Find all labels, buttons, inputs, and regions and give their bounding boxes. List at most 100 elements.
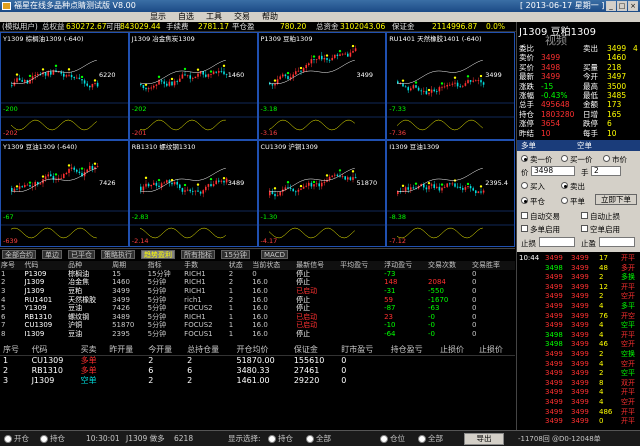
menu-trade[interactable]: 交易	[234, 12, 250, 22]
chart-cell[interactable]: CU1309 沪铜1309 51870 -1.30 -4.17	[257, 139, 387, 247]
table-row[interactable]: 8 I1309 豆油 2395 5分钟 FOCUS1 1 16.0 停止 -64 -0 0	[0, 330, 515, 339]
sell-radio[interactable]	[561, 182, 568, 189]
tick-cell: 3498	[545, 330, 563, 339]
table-row[interactable]: 1 CU1309 多单 2 2 51870.00 155610 0	[0, 356, 515, 367]
order-long-tab[interactable]: 多单	[521, 140, 536, 151]
position-col-header[interactable]: 买卖	[77, 345, 107, 356]
opt-pos-radio[interactable]	[380, 435, 388, 443]
opt-hold-radio[interactable]	[268, 435, 276, 443]
table-row[interactable]: 3 J1309 豆粕 3499 5分钟 RICH1 1 16.0 已启动 -31 -550 0	[0, 287, 515, 296]
candle-body	[163, 182, 165, 183]
order-short-tab[interactable]: 空单	[577, 140, 592, 151]
opt-all-radio[interactable]	[306, 435, 314, 443]
tab-7[interactable]: MACD	[261, 250, 288, 259]
strategy-col-header[interactable]: 指标	[146, 261, 184, 270]
position-col-header[interactable]: 盯市盈亏	[338, 345, 388, 356]
tab-4[interactable]: 趋势盈利	[141, 250, 175, 259]
auto-stop-checkbox[interactable]	[581, 212, 588, 219]
signal-marker	[351, 169, 354, 173]
tick-cell: 76	[599, 311, 608, 320]
minimize-button[interactable]: _	[606, 1, 616, 11]
menu-tools[interactable]: 工具	[206, 12, 222, 22]
menu-watchlist[interactable]: 自选	[178, 12, 194, 22]
maximize-button[interactable]: □	[617, 1, 627, 11]
position-col-header[interactable]: 止损价	[436, 345, 476, 356]
table-row[interactable]: 2 RB1310 多单 6 6 3480.33 27461 0	[0, 366, 515, 376]
strategy-col-header[interactable]: 平均盈亏	[339, 261, 384, 270]
strategy-col-header[interactable]: 交易次数	[427, 261, 471, 270]
menu-display[interactable]: 显示	[150, 12, 166, 22]
strategy-col-header[interactable]: 最新信号	[295, 261, 340, 270]
table-row[interactable]: 3 J1309 空单 2 2 1461.00 29220 0	[0, 376, 515, 386]
table-cell: 1	[3, 356, 9, 365]
candle-body	[150, 184, 152, 186]
strategy-col-header[interactable]: 状态	[227, 261, 252, 270]
market-radio[interactable]	[603, 155, 610, 162]
position-col-header[interactable]: 开仓均价	[233, 345, 291, 356]
auto-trade-checkbox[interactable]	[521, 212, 528, 219]
table-row[interactable]: 1 P1309 棕榈油 15 15分钟 RICH1 2 0 停止 -73 0	[0, 270, 515, 279]
close-button[interactable]: ×	[628, 1, 638, 11]
strategy-col-header[interactable]: 周期	[111, 261, 147, 270]
strategy-col-header[interactable]: 代码	[23, 261, 68, 270]
table-row[interactable]: 5 Y1309 豆油 7426 5分钟 FOCUS2 1 16.0 停止 -87 -63 0	[0, 304, 515, 313]
strategy-col-header[interactable]: 浮动盈亏	[383, 261, 428, 270]
submit-order-button[interactable]: 立即下单	[595, 194, 637, 205]
equity-label: 总权益	[42, 22, 65, 31]
export-button[interactable]: 导出	[464, 433, 504, 445]
chart-cell[interactable]: P1309 豆粕1309 3499 -3.18 -3.16	[257, 32, 387, 140]
indicator-line	[397, 227, 484, 238]
short-enable-checkbox[interactable]	[581, 225, 588, 232]
table-cell	[388, 376, 437, 386]
open-sell-label: 卖一价	[530, 155, 553, 164]
table-row[interactable]: 2 J1309 冶金焦 1460 5分钟 RICH1 2 16.0 停止 148 2084 0	[0, 278, 515, 287]
open-buy-radio[interactable]	[561, 155, 568, 162]
position-col-header[interactable]: 今开量	[145, 345, 185, 356]
stop-loss-input[interactable]	[539, 237, 575, 247]
price-input[interactable]: 3498	[531, 166, 575, 176]
chart-cell[interactable]: I1309 豆油1309 2395.4 -8.38 -7.12	[386, 139, 515, 247]
chart-cell[interactable]: Y1309 豆油1309 (-640) 7426 -67 -639	[0, 139, 129, 247]
hold-radio-bottom[interactable]	[40, 435, 48, 443]
strategy-col-header[interactable]: 品种	[67, 261, 112, 270]
strategy-col-header[interactable]: 序号	[0, 261, 24, 270]
tab-6[interactable]: 15分钟	[221, 250, 250, 259]
tab-0[interactable]: 全部合约	[2, 250, 36, 259]
tab-1[interactable]: 单边	[42, 250, 62, 259]
table-cell: 5分钟	[147, 330, 167, 339]
open-radio-bottom[interactable]	[4, 435, 12, 443]
chart-cell[interactable]: Y1309 棕榈油1309 (-640) 6220 -200 -202	[0, 32, 129, 140]
tab-5[interactable]: 所有指标	[181, 250, 215, 259]
candle-body	[354, 48, 356, 51]
strategy-col-header[interactable]: 手数	[183, 261, 228, 270]
tab-2[interactable]: 已平仓	[68, 250, 95, 259]
chart-cell[interactable]: RU1401 天然橡胶1401 (-640) 3499 -7.33 -7.36	[386, 32, 515, 140]
buy-radio[interactable]	[521, 182, 528, 189]
position-col-header[interactable]: 代码	[28, 345, 78, 356]
qty-input[interactable]: 2	[591, 166, 621, 176]
close-radio[interactable]	[561, 197, 568, 204]
position-col-header[interactable]: 止损价	[475, 345, 515, 356]
candle-body	[215, 180, 217, 184]
position-col-header[interactable]: 保证金	[290, 345, 339, 356]
long-enable-checkbox[interactable]	[521, 225, 528, 232]
position-col-header[interactable]: 序号	[0, 345, 29, 356]
tab-3[interactable]: 策略执行	[101, 250, 135, 259]
strategy-col-header[interactable]: 交易胜率	[470, 261, 515, 270]
position-col-header[interactable]: 昨开量	[106, 345, 146, 356]
open-radio[interactable]	[521, 197, 528, 204]
open-sell-radio[interactable]	[521, 155, 528, 162]
opt-all2-radio[interactable]	[418, 435, 426, 443]
table-row[interactable]: 6 RB1310 螺纹钢 3489 5分钟 RICH1 1 16.0 已启动 23 -0 0	[0, 313, 515, 322]
table-row[interactable]: 7 CU1309 沪铜 51870 5分钟 FOCUS2 1 16.0 已启动 -10 -0 0	[0, 321, 515, 330]
menu-help[interactable]: 帮助	[262, 12, 278, 22]
candle-body	[449, 182, 451, 184]
quote-cell: 日增	[583, 109, 598, 119]
position-col-header[interactable]: 持仓盈亏	[387, 345, 437, 356]
strategy-col-header[interactable]: 当前状态	[251, 261, 296, 270]
chart-cell[interactable]: RB1310 螺纹钢1310 3489 -2.83 -2.14	[128, 139, 258, 247]
chart-cell[interactable]: J1309 冶金焦炭1309 1460 -202 -201	[128, 32, 258, 140]
table-row[interactable]: 4 RU1401 天然橡胶 3499 5分钟 rich1 2 16.0 停止 59 -1670 0	[0, 295, 515, 304]
position-col-header[interactable]: 总持仓量	[184, 345, 234, 356]
take-profit-input[interactable]	[599, 237, 635, 247]
